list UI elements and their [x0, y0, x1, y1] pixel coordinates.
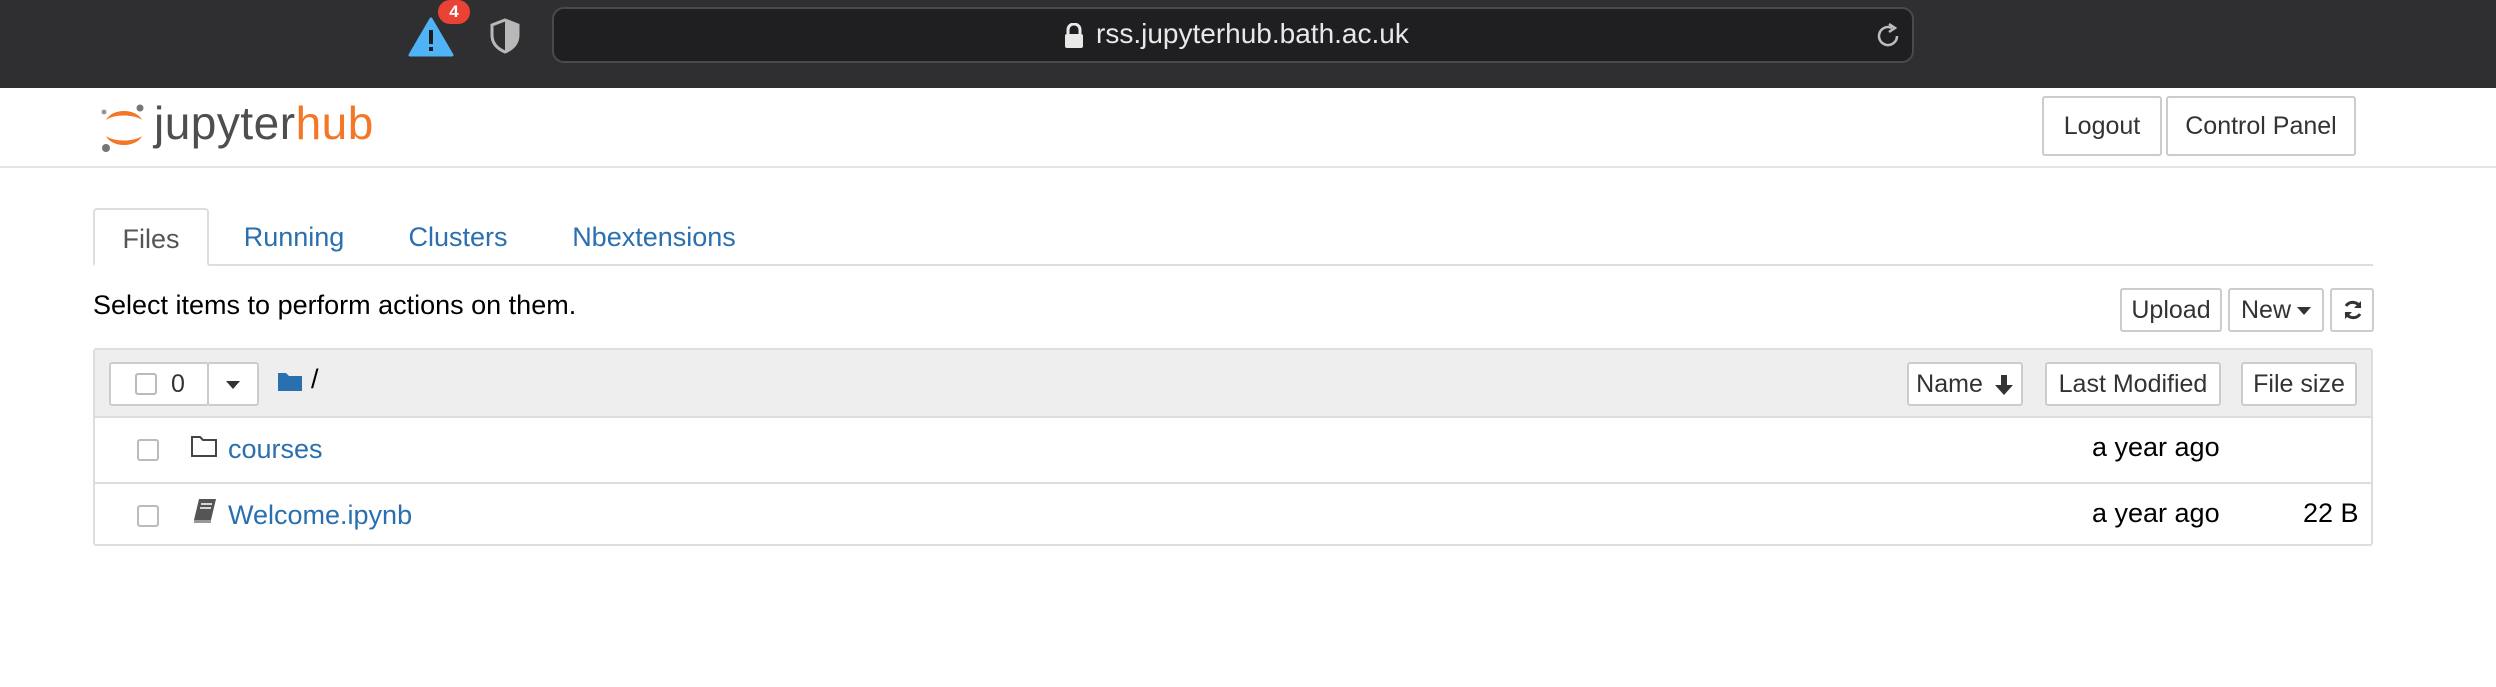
row-checkbox[interactable] [137, 439, 159, 461]
notebook-icon [194, 499, 216, 523]
file-link[interactable]: Welcome.ipynb [228, 500, 412, 531]
refresh-icon [2344, 300, 2362, 320]
jupyterhub-logo[interactable]: jupyterhub [100, 96, 400, 156]
tab-clusters[interactable]: Clusters [396, 208, 520, 266]
url-text: rss.jupyterhub.bath.ac.uk [1096, 18, 1409, 49]
file-list-header: 0 / Name Last Modified File size [95, 350, 2371, 418]
tab-files[interactable]: Files [93, 208, 209, 266]
jupyter-logo-icon [101, 104, 144, 152]
file-list: 0 / Name Last Modified File size courses… [93, 348, 2373, 546]
tab-running[interactable]: Running [226, 208, 362, 266]
control-panel-button[interactable]: Control Panel [2166, 96, 2356, 156]
file-link[interactable]: courses [228, 434, 323, 465]
sort-name-label: Name [1916, 370, 1983, 398]
jupyterhub-header: jupyterhub Logout Control Panel [0, 88, 2496, 168]
breadcrumb-root[interactable]: / [311, 364, 319, 395]
new-label: New [2240, 296, 2291, 324]
warning-count-badge: 4 [438, 0, 470, 24]
logo-jupyter-text: jupyter [154, 97, 296, 149]
select-all-control[interactable]: 0 [109, 362, 209, 406]
logo-wordmark: jupyterhub [154, 96, 374, 150]
refresh-button[interactable] [2330, 288, 2374, 332]
lock-icon [1065, 23, 1083, 48]
selection-hint: Select items to perform actions on them. [93, 290, 577, 320]
browser-toolbar: 4 rss.jupyterhub.bath.ac.uk [0, 0, 2496, 88]
chevron-down-icon [226, 381, 240, 390]
selected-count: 0 [171, 370, 185, 398]
sort-file-size-button[interactable]: File size [2241, 362, 2357, 406]
sort-last-modified-button[interactable]: Last Modified [2045, 362, 2221, 406]
file-modified: a year ago [2092, 498, 2220, 528]
logout-button[interactable]: Logout [2042, 96, 2162, 156]
folder-icon[interactable] [277, 370, 303, 392]
file-row-folder[interactable]: courses a year ago [95, 418, 2371, 482]
row-checkbox[interactable] [137, 505, 159, 527]
file-modified: a year ago [2092, 432, 2220, 462]
reload-icon[interactable] [1874, 22, 1902, 50]
select-dropdown-button[interactable] [207, 362, 259, 406]
arrow-down-icon [1994, 375, 2013, 396]
tab-nbextensions[interactable]: Nbextensions [560, 208, 748, 266]
select-all-checkbox[interactable] [135, 373, 157, 395]
sort-name-button[interactable]: Name [1907, 362, 2023, 406]
file-row-notebook[interactable]: Welcome.ipynb a year ago 22 B [95, 482, 2371, 546]
folder-outline-icon [191, 436, 217, 457]
upload-button[interactable]: Upload [2120, 288, 2222, 332]
logo-hub-text: hub [295, 97, 374, 149]
file-size: 22 B [2303, 498, 2359, 528]
new-dropdown-button[interactable]: New [2228, 288, 2324, 332]
shield-icon[interactable] [490, 18, 520, 54]
chevron-down-icon [2297, 307, 2311, 316]
